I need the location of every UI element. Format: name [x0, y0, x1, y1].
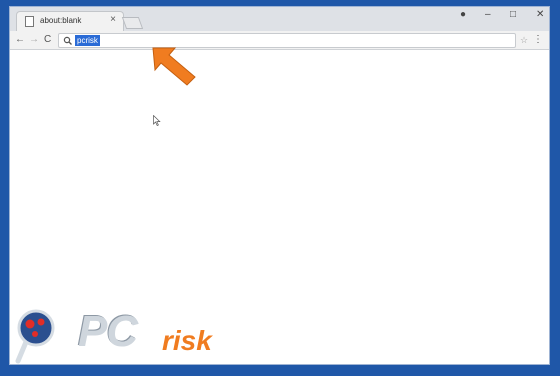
close-button[interactable]: ✕ [536, 8, 544, 22]
search-icon [63, 36, 72, 45]
forward-button[interactable]: → [29, 33, 39, 47]
title-bar: about:blank × ● – □ ✕ [10, 7, 549, 31]
logo-brand-text: PC [78, 307, 138, 356]
address-input-value[interactable]: pcrisk [75, 35, 100, 46]
new-tab-button[interactable] [121, 17, 144, 29]
menu-icon[interactable]: ⋮ [533, 34, 543, 46]
tab-close-icon[interactable]: × [110, 14, 116, 26]
pcrisk-watermark: PC risk [12, 306, 232, 364]
bookmark-star-icon[interactable]: ☆ [520, 33, 528, 47]
tab-title: about:blank [40, 16, 82, 25]
maximize-button[interactable]: □ [510, 8, 516, 22]
magnifier-logo-icon [15, 309, 55, 364]
logo-suffix-text: risk [162, 325, 212, 356]
minimize-button[interactable]: – [485, 8, 491, 22]
tab-about-blank[interactable]: about:blank × [16, 11, 124, 31]
reload-button[interactable]: C [44, 33, 51, 47]
toolbar: ← → C pcrisk ☆ ⋮ [10, 31, 549, 50]
mouse-cursor-icon [153, 115, 161, 126]
address-bar[interactable]: pcrisk [58, 33, 516, 48]
back-button[interactable]: ← [15, 33, 25, 47]
account-icon[interactable]: ● [460, 8, 466, 22]
pointer-arrow-annotation [152, 47, 196, 86]
page-icon [25, 16, 34, 27]
